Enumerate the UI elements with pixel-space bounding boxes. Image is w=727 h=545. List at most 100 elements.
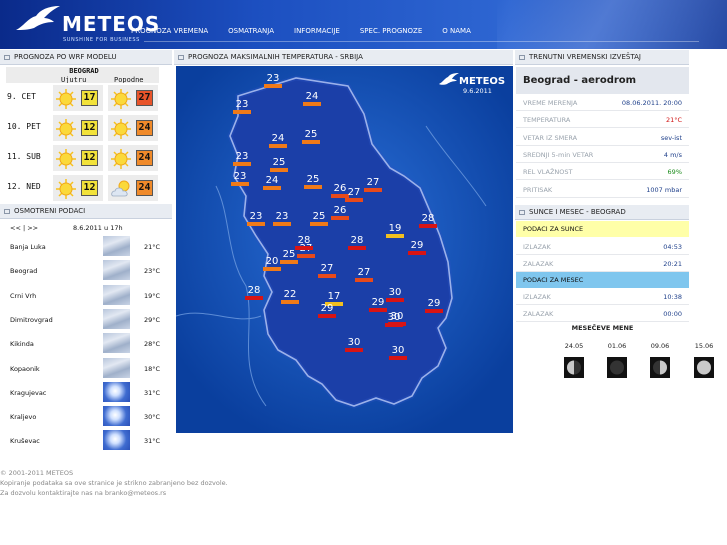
map-temp-bar xyxy=(302,140,320,144)
temp-badge: 24 xyxy=(136,150,153,166)
map-temp-bar xyxy=(348,246,366,250)
report-row: PRITISAK 1007 mbar xyxy=(516,181,689,198)
map-temp-bar xyxy=(355,278,373,282)
sun-rise-label: IZLAZAK xyxy=(523,243,551,251)
map-temp-bar xyxy=(304,185,322,189)
report-value: 4 m/s xyxy=(663,150,682,159)
map-temp-bar xyxy=(345,198,363,202)
report-label: VETAR IZ SMERA xyxy=(523,133,578,142)
moon-phases-title: MESEČEVE MENE xyxy=(571,324,634,332)
sun-icon xyxy=(56,149,76,169)
report-row: VETAR IZ SMERA sev-ist xyxy=(516,129,689,146)
bird-logo-icon[interactable] xyxy=(14,4,64,34)
report-label: REL VLAŽNOST xyxy=(523,168,573,177)
moon-rise-label: IZLAZAK xyxy=(523,293,551,301)
nav-o-nama[interactable]: O NAMA xyxy=(442,27,471,39)
observed-pager[interactable]: << | >> xyxy=(10,224,38,232)
sun-icon xyxy=(56,89,76,109)
temp-badge: 12 xyxy=(81,150,98,166)
forecast-afternoon: 24 xyxy=(108,175,158,201)
footer: © 2001-2011 METEOS Kopiranje podataka sa… xyxy=(0,468,228,498)
station-link[interactable]: Dimitrovgrad xyxy=(10,316,53,324)
observed-temp: 30°C xyxy=(144,413,161,422)
forecast-row: 11. SUB 12 24 xyxy=(6,143,159,173)
map-temp-label: 19 xyxy=(388,223,402,234)
moon-phase xyxy=(694,357,714,378)
sun-set-label: ZALAZAK xyxy=(523,260,554,268)
logo-tagline: SUNSHINE FOR BUSINESS xyxy=(63,37,140,43)
forecast-afternoon: 27 xyxy=(108,85,158,111)
nav-informacije[interactable]: INFORMACIJE xyxy=(294,27,340,39)
observation-row[interactable]: Kikinda 28°C xyxy=(0,332,170,356)
temperature-map[interactable]: METEOS 9.6.2011 23 24 23 25 24 23 25 23 24 25 26 27… xyxy=(176,66,513,433)
map-temp-label: 30 xyxy=(391,345,405,356)
map-temp-bar xyxy=(233,162,251,166)
station-link[interactable]: Kikinda xyxy=(10,340,34,348)
moon-phase xyxy=(650,357,670,378)
station-link[interactable]: Kruševac xyxy=(10,437,40,445)
report-row: TEMPERATURA 21°C xyxy=(516,111,689,129)
map-temp-bar xyxy=(269,144,287,148)
moon-data-header: PODACI ZA MESEC xyxy=(516,272,689,288)
station-link[interactable]: Kragujevac xyxy=(10,389,46,397)
sun-rise-value: 04:53 xyxy=(663,243,682,251)
bullet-icon xyxy=(519,210,525,215)
wrf-forecast-table: BEOGRAD Ujutru Popodne 9. CET 17 27 10. PET… xyxy=(6,67,159,203)
station-link[interactable]: Beograd xyxy=(10,267,37,275)
map-temp-bar xyxy=(310,222,328,226)
nav-spec-prognoze[interactable]: SPEC. PROGNOZE xyxy=(360,27,422,39)
map-temp-bar xyxy=(331,216,349,220)
map-temp-bar xyxy=(297,254,315,258)
forecast-morning: 12 xyxy=(53,115,103,141)
sun-data-header: PODACI ZA SUNCE xyxy=(516,221,689,237)
moon-set-value: 00:00 xyxy=(663,310,682,318)
forecast-day: 10. PET xyxy=(7,122,41,131)
map-temp-bar xyxy=(264,84,282,88)
observation-row[interactable]: Beograd 23°C xyxy=(0,259,170,283)
site-header: METEOS SUNSHINE FOR BUSINESS PROGNOZA VR… xyxy=(0,0,727,49)
moon-rise-value: 10:38 xyxy=(663,293,682,301)
forecast-afternoon: 24 xyxy=(108,115,158,141)
map-temp-bar xyxy=(408,251,426,255)
bullet-icon xyxy=(178,55,184,60)
map-temp-label: 30 xyxy=(388,287,402,298)
footer-contact[interactable]: Za dozvolu kontaktirajte nas na branko@m… xyxy=(0,488,228,498)
station-link[interactable]: Crni Vrh xyxy=(10,292,36,300)
report-value: 69% xyxy=(667,168,682,177)
observation-row[interactable]: Kopaonik 18°C xyxy=(0,357,170,381)
map-temp-label: 30 xyxy=(387,312,401,323)
map-section-header: PROGNOZA MAKSIMALNIH TEMPERATURA - SRBIJ… xyxy=(174,50,513,65)
station-link[interactable]: Banja Luka xyxy=(10,243,46,251)
observation-row[interactable]: Crni Vrh 19°C xyxy=(0,284,170,308)
map-temp-label: 28 xyxy=(350,235,364,246)
observation-row[interactable]: Kruševac 31°C xyxy=(0,429,170,453)
first-quarter-moon-icon xyxy=(653,360,667,375)
forecast-row: 9. CET 17 27 xyxy=(6,83,159,113)
map-temp-label: 29 xyxy=(427,298,441,309)
forecast-row: 10. PET 12 24 xyxy=(6,113,159,143)
map-temp-bar xyxy=(303,102,321,106)
cloudy-icon xyxy=(103,260,130,281)
forecast-morning: 12 xyxy=(53,145,103,171)
moon-set-label: ZALAZAK xyxy=(523,310,554,318)
observed-title: OSMOTRENI PODACI xyxy=(14,207,86,215)
map-date: 9.6.2011 xyxy=(463,87,492,95)
map-temp-bar xyxy=(419,224,437,228)
cloudy-icon xyxy=(103,333,130,354)
map-temp-label: 23 xyxy=(266,73,280,84)
map-temp-bar xyxy=(263,267,281,271)
nav-osmatranja[interactable]: OSMATRANJA xyxy=(228,27,274,39)
map-temp-bar xyxy=(385,323,403,327)
report-row: REL VLAŽNOST 69% xyxy=(516,163,689,181)
observation-row[interactable]: Kraljevo 30°C xyxy=(0,405,170,429)
map-temp-label: 27 xyxy=(347,187,361,198)
map-temp-label: 26 xyxy=(333,205,347,216)
observation-row[interactable]: Banja Luka 21°C xyxy=(0,235,170,259)
station-link[interactable]: Kraljevo xyxy=(10,413,36,421)
nav-prognoza-vremena[interactable]: PROGNOZA VREMENA xyxy=(131,27,208,39)
observation-row[interactable]: Dimitrovgrad 29°C xyxy=(0,308,170,332)
observation-row[interactable]: Kragujevac 31°C xyxy=(0,381,170,405)
station-link[interactable]: Kopaonik xyxy=(10,365,40,373)
map-temp-label: 24 xyxy=(271,133,285,144)
forecast-city: BEOGRAD xyxy=(69,67,99,75)
